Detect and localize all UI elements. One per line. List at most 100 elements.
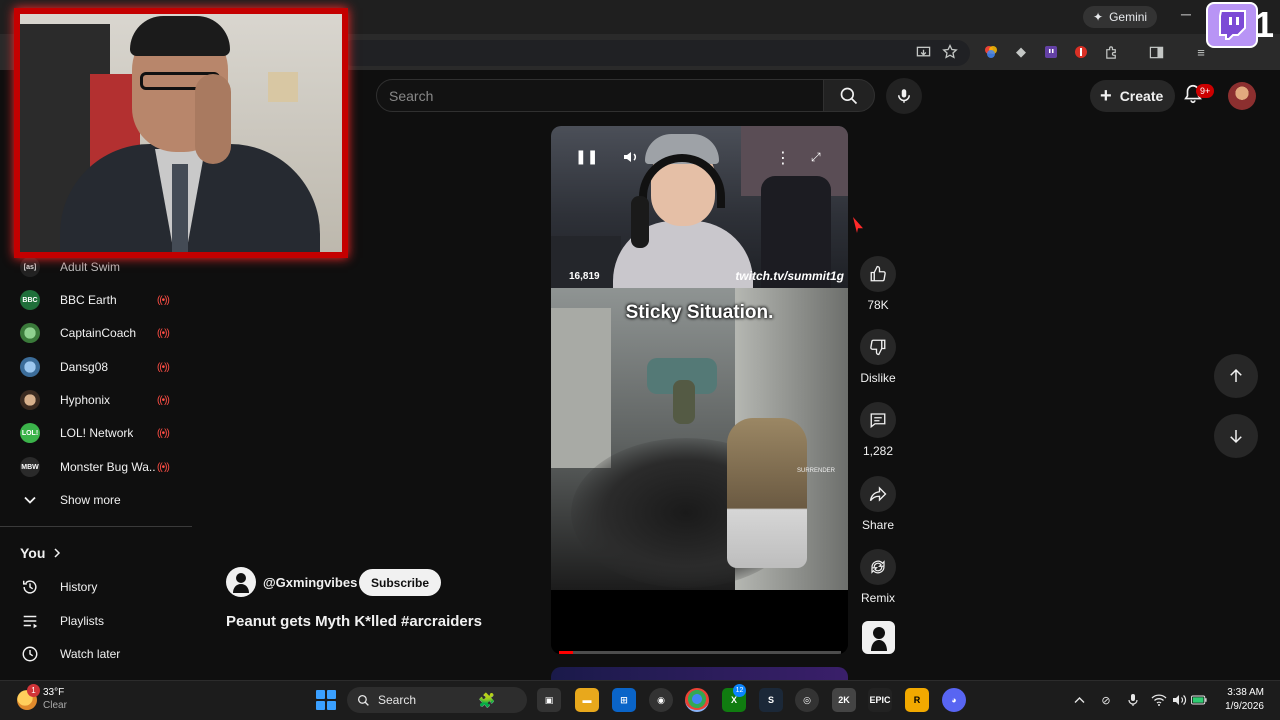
screen: ✦ Gemini ─ ◆ ≡ 1 + Create <box>0 0 1280 720</box>
volume-icon[interactable] <box>1171 692 1187 708</box>
account-avatar[interactable] <box>1228 82 1256 110</box>
clock-time[interactable]: 3:38 AM <box>1222 687 1264 698</box>
gemini-button[interactable]: ✦ Gemini <box>1083 6 1158 28</box>
rockstar-icon[interactable]: R <box>905 688 929 712</box>
create-button[interactable]: + Create <box>1090 80 1176 112</box>
microphone-icon[interactable] <box>1125 692 1141 708</box>
task-view-icon[interactable]: ▣ <box>537 688 561 712</box>
bookmark-star-icon[interactable] <box>941 43 959 61</box>
wifi-icon[interactable] <box>1151 692 1167 708</box>
extension-twitch-icon[interactable] <box>1042 43 1060 61</box>
battery-icon[interactable] <box>1191 692 1207 708</box>
gameplay-clip: Sticky Situation. SURRENDER <box>551 288 848 590</box>
taskbar-search-label: Search <box>378 693 417 707</box>
pause-icon[interactable]: ❚❚ <box>575 148 598 165</box>
weather-temperature[interactable]: 33°F <box>43 687 64 698</box>
extension-diamond-icon[interactable]: ◆ <box>1012 43 1030 61</box>
subscription-item-lol-network[interactable]: LOL! LOL! Network ((•)) <box>0 417 192 449</box>
subscription-item-hyphonix[interactable]: Hyphonix ((•)) <box>0 384 192 416</box>
subscription-item-captaincoach[interactable]: CaptainCoach ((•)) <box>0 317 192 349</box>
chrome-icon[interactable] <box>685 688 709 712</box>
window-minimize-button[interactable]: ─ <box>1176 6 1196 26</box>
you-heading: You <box>20 545 46 561</box>
search-button[interactable] <box>823 79 875 112</box>
discord-icon[interactable]: ◕ <box>942 688 966 712</box>
share-button[interactable]: Share <box>855 476 901 532</box>
shorts-player[interactable]: ❚❚ ⋮ ⤢ 16,819 twitch.tv/summit1g Sticky … <box>551 126 848 654</box>
steam-icon[interactable]: S <box>759 688 783 712</box>
subscription-label: Hyphonix <box>60 393 111 407</box>
xbox-notification-badge: 12 <box>733 684 746 697</box>
extension-red-icon[interactable] <box>1072 43 1090 61</box>
microphone-icon <box>898 89 910 103</box>
taskbar-search[interactable]: Search 🧩 <box>347 687 527 713</box>
epic-games-icon[interactable]: EPIC <box>868 688 892 712</box>
sidebar-item-playlists[interactable]: Playlists <box>0 605 192 637</box>
like-count: 78K <box>867 298 889 312</box>
voice-search-button[interactable] <box>886 78 922 114</box>
short-title[interactable]: Peanut gets Myth K*lled #arcraiders <box>226 613 482 630</box>
arrow-down-icon <box>1230 430 1242 444</box>
live-indicator-icon: ((•)) <box>157 394 170 406</box>
sidebar-item-history[interactable]: History <box>0 571 192 603</box>
extension-color-icon[interactable] <box>982 43 1000 61</box>
remix-button[interactable]: Remix <box>855 549 901 605</box>
clock-date[interactable]: 1/9/2026 <box>1214 701 1264 712</box>
stream-url: twitch.tv/summit1g <box>735 269 844 283</box>
remix-label: Remix <box>860 591 895 605</box>
search-input[interactable] <box>389 80 809 111</box>
app-icon[interactable]: ◉ <box>649 688 673 712</box>
more-options-icon[interactable]: ⋮ <box>775 148 791 168</box>
chevron-right-icon <box>53 545 61 561</box>
obs-icon[interactable]: ◎ <box>795 688 819 712</box>
like-button[interactable]: 78K <box>855 256 901 312</box>
volume-icon[interactable] <box>623 150 639 167</box>
sparkle-icon: ✦ <box>1093 10 1104 24</box>
reading-list-icon[interactable]: ≡ <box>1192 43 1210 61</box>
subscription-item-dansg08[interactable]: Dansg08 ((•)) <box>0 351 192 383</box>
start-button[interactable] <box>316 690 336 710</box>
extensions-puzzle-icon[interactable] <box>1102 43 1120 61</box>
network-off-icon[interactable]: ⊘ <box>1098 692 1114 708</box>
weather-condition[interactable]: Clear <box>43 700 67 711</box>
twitch-overlay-icon <box>1206 2 1258 48</box>
streamer-clip: ❚❚ ⋮ ⤢ 16,819 twitch.tv/summit1g <box>551 126 848 288</box>
arrow-up-icon <box>1230 368 1242 382</box>
notification-count-badge: 9+ <box>1196 84 1215 98</box>
gemini-label: Gemini <box>1109 10 1148 24</box>
show-more-button[interactable]: Show more <box>0 484 192 516</box>
player-bottom-area <box>551 590 848 654</box>
address-bar[interactable] <box>340 40 970 66</box>
video-progress-bar[interactable] <box>559 651 841 654</box>
history-icon <box>20 577 40 597</box>
sidebar-item-watch-later[interactable]: Watch later <box>0 638 192 670</box>
subscription-item-bbc-earth[interactable]: BBC BBC Earth ((•)) <box>0 284 192 316</box>
next-short-preview[interactable] <box>551 667 848 680</box>
2k-launcher-icon[interactable]: 2K <box>832 688 856 712</box>
you-section-link[interactable]: You <box>20 545 61 561</box>
microsoft-store-icon[interactable]: ⊞ <box>612 688 636 712</box>
expand-icon[interactable]: ⤢ <box>811 150 821 165</box>
share-label: Share <box>861 518 895 532</box>
comment-count: 1,282 <box>862 444 894 458</box>
side-panel-icon[interactable] <box>1147 43 1165 61</box>
file-explorer-icon[interactable]: ▬ <box>575 688 599 712</box>
chevron-up-icon[interactable] <box>1071 692 1087 708</box>
subscription-label: Adult Swim <box>60 260 121 274</box>
sound-source-thumbnail[interactable] <box>862 621 895 654</box>
subscription-label: Monster Bug Wa... <box>60 460 156 474</box>
next-short-button[interactable] <box>1214 414 1258 458</box>
subscribe-button[interactable]: Subscribe <box>359 569 442 596</box>
subscription-item-monster-bug-wars[interactable]: MBW Monster Bug Wa... ((•)) <box>0 451 192 483</box>
live-indicator-icon: ((•)) <box>157 361 170 373</box>
dislike-button[interactable]: Dislike <box>855 329 901 385</box>
sidebar-divider <box>0 526 192 527</box>
previous-short-button[interactable] <box>1214 354 1258 398</box>
surrender-tag: SURRENDER <box>797 468 836 474</box>
remix-icon <box>860 549 896 585</box>
comments-button[interactable]: 1,282 <box>855 402 901 458</box>
channel-name[interactable]: @Gxmingvibes <box>263 575 357 590</box>
channel-avatar <box>20 357 40 377</box>
install-app-icon[interactable] <box>914 43 932 61</box>
channel-avatar[interactable] <box>226 567 256 597</box>
